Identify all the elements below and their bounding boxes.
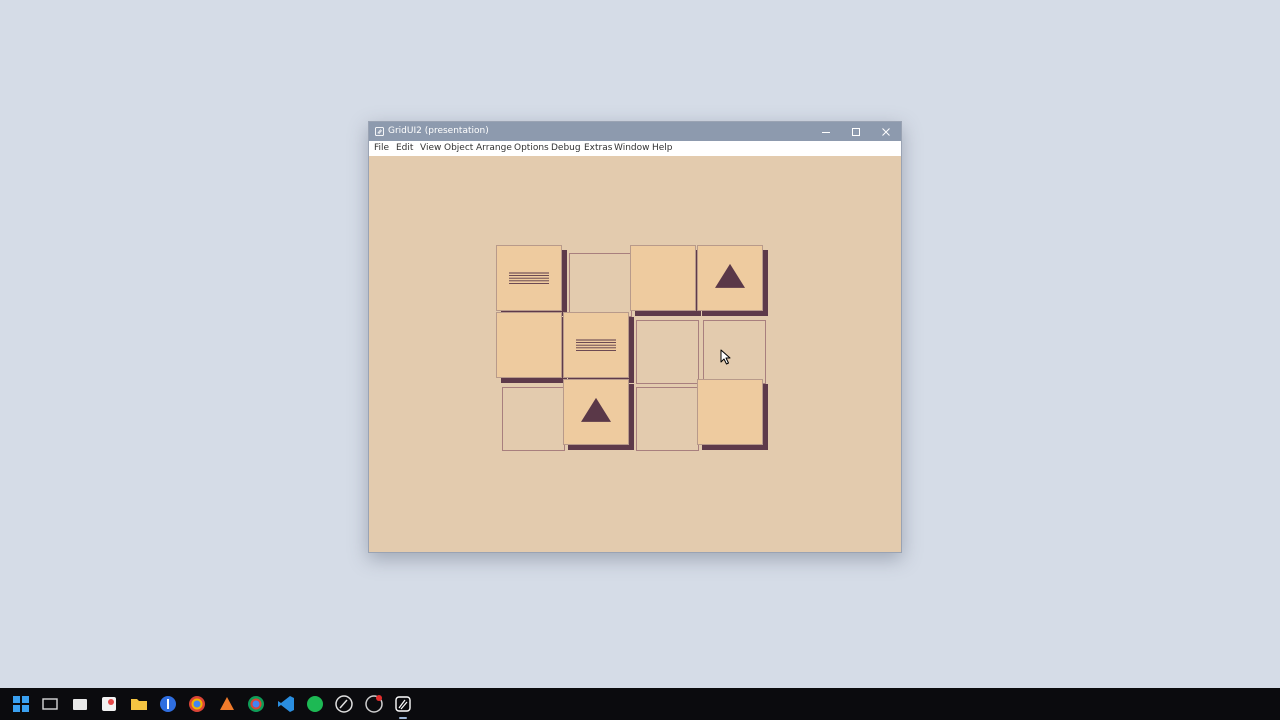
maximize-button[interactable] — [841, 122, 871, 141]
grid-tile[interactable] — [496, 312, 562, 378]
taskbar-spotify-button[interactable] — [305, 694, 325, 714]
grid-empty-slot[interactable] — [636, 387, 699, 451]
taskbar — [0, 688, 1280, 720]
grid-empty-slot[interactable] — [569, 253, 632, 317]
menu-edit[interactable]: Edit — [396, 143, 413, 154]
grid-empty-slot[interactable] — [703, 320, 766, 384]
minimize-icon — [822, 131, 830, 133]
triangle-icon — [715, 263, 745, 288]
vscode-icon — [278, 696, 294, 712]
app-icon — [375, 127, 384, 136]
taskbar-screen-capture-button[interactable] — [70, 694, 90, 714]
taskbar-password-manager-button[interactable] — [158, 694, 178, 714]
taskbar-chrome-alt-button[interactable] — [246, 694, 266, 714]
maximize-icon — [852, 127, 860, 136]
desktop: GridUI2 (presentation) File Edit View Ob… — [0, 0, 1280, 688]
menu-options[interactable]: Options — [514, 143, 549, 154]
gridui-app-icon — [395, 696, 411, 712]
menu-arrange[interactable]: Arrange — [476, 143, 512, 154]
taskbar-vscode-button[interactable] — [276, 694, 296, 714]
presentation-canvas[interactable] — [369, 156, 901, 552]
grid-tile[interactable] — [563, 379, 629, 445]
triangle-icon — [581, 397, 611, 422]
menu-bar: File Edit View Object Arrange Options De… — [369, 141, 901, 156]
grid-tile[interactable] — [630, 245, 696, 311]
chrome-icon — [189, 696, 205, 712]
title-bar[interactable]: GridUI2 (presentation) — [369, 122, 901, 141]
menu-extras[interactable]: Extras — [584, 143, 612, 154]
screen-capture-icon — [73, 699, 87, 710]
text-lines-icon — [576, 339, 616, 351]
text-lines-icon — [509, 272, 549, 284]
taskbar-pen-tool-button[interactable] — [334, 694, 354, 714]
pen-tool-icon — [335, 695, 353, 713]
taskbar-gridui-app-button[interactable] — [393, 694, 413, 719]
spotify-icon — [307, 696, 323, 712]
windows-start-icon — [13, 696, 29, 712]
tool-app-icon — [220, 697, 234, 710]
menu-debug[interactable]: Debug — [551, 143, 581, 154]
grid-empty-slot[interactable] — [636, 320, 699, 384]
taskbar-task-view-button[interactable] — [40, 694, 60, 714]
grid-empty-slot[interactable] — [502, 387, 565, 451]
taskbar-windows-start-button[interactable] — [11, 694, 31, 714]
mouse-cursor-icon — [720, 349, 731, 365]
taskbar-file-explorer-button[interactable] — [129, 694, 149, 714]
window-title: GridUI2 (presentation) — [388, 126, 489, 136]
chrome-alt-icon — [248, 696, 264, 712]
close-button[interactable] — [871, 122, 901, 141]
taskbar-paint-app-button[interactable] — [99, 694, 119, 714]
menu-help[interactable]: Help — [652, 143, 673, 154]
file-explorer-icon — [131, 699, 147, 710]
app-window: GridUI2 (presentation) File Edit View Ob… — [368, 121, 902, 553]
menu-object[interactable]: Object — [444, 143, 473, 154]
grid-tile[interactable] — [697, 379, 763, 445]
menu-view[interactable]: View — [420, 143, 441, 154]
grid-tile[interactable] — [496, 245, 562, 311]
task-view-icon — [42, 698, 58, 710]
taskbar-chrome-button[interactable] — [187, 694, 207, 714]
minimize-button[interactable] — [811, 122, 841, 141]
taskbar-tool-app-button[interactable] — [217, 694, 237, 714]
grid-tile[interactable] — [697, 245, 763, 311]
close-icon — [882, 127, 890, 136]
menu-window[interactable]: Window — [614, 143, 650, 154]
grid-tile[interactable] — [563, 312, 629, 378]
taskbar-recording-app-button[interactable] — [364, 694, 384, 714]
menu-file[interactable]: File — [374, 143, 389, 154]
recording-app-icon — [365, 695, 383, 713]
password-manager-icon — [160, 696, 176, 712]
active-app-indicator — [399, 717, 407, 719]
paint-app-icon — [102, 697, 116, 711]
